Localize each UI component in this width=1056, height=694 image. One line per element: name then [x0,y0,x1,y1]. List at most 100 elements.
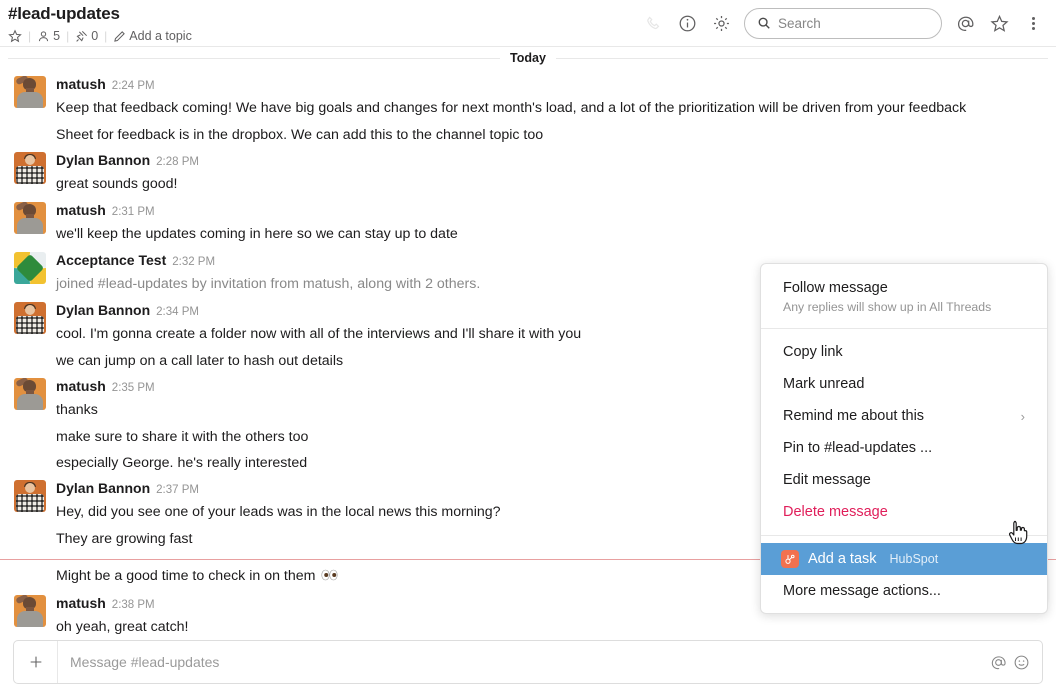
message-group: Dylan Bannon 2:28 PM great sounds good! [0,149,1056,199]
members-button[interactable]: 5 [37,29,60,43]
message-timestamp[interactable]: 2:32 PM [172,252,215,272]
menu-item-label: Delete message [783,504,888,520]
composer-placeholder: Message #lead-updates [70,654,220,670]
members-count: 5 [53,29,61,43]
eyes-emoji [321,568,338,589]
menu-item-label: Follow message [783,280,888,296]
avatar[interactable] [14,378,46,410]
menu-item-app-name: HubSpot [889,552,939,566]
menu-item-pin-to-channel[interactable]: Pin to #lead-updates ... [761,432,1047,464]
message-text: Sheet for feedback is in the dropbox. We… [56,127,544,143]
mention-button[interactable] [990,654,1007,671]
message-composer[interactable]: Message #lead-updates [13,640,1043,684]
message-timestamp[interactable]: 2:35 PM [112,378,155,398]
menu-divider [761,328,1047,329]
meta-separator-1: | [28,29,32,43]
message-context-menu: Follow message Any replies will show up … [760,263,1048,614]
menu-item-sublabel: Any replies will show up in All Threads [783,300,992,314]
starred-items-button[interactable] [982,6,1016,40]
message-text: great sounds good! [56,176,178,192]
star-icon [8,29,22,43]
add-topic-button[interactable]: Add a topic [113,29,192,43]
menu-item-copy-link[interactable]: Copy link [761,336,1047,368]
message-author[interactable]: matush [56,200,106,220]
channel-header: #lead-updates | 5 | 0 | Add a topic Sear… [0,0,1056,47]
message-author[interactable]: Dylan Bannon [56,300,150,320]
avatar[interactable] [14,202,46,234]
pins-button[interactable]: 0 [75,29,98,43]
menu-item-label: Copy link [783,344,843,360]
menu-divider [761,535,1047,536]
kebab-menu-icon [1031,16,1035,30]
message-text-body: Might be a good time to check in on them [56,568,320,584]
message-group: matush 2:31 PM we'll keep the updates co… [0,199,1056,249]
message-group: matush 2:24 PM Keep that feedback coming… [0,73,1056,123]
message-input[interactable]: Message #lead-updates [58,641,990,683]
message-timestamp[interactable]: 2:37 PM [156,480,199,500]
pins-count: 0 [91,29,99,43]
search-placeholder: Search [778,15,821,31]
channel-name[interactable]: #lead-updates [8,4,120,24]
mentions-button[interactable] [948,6,982,40]
avatar[interactable] [14,302,46,334]
meta-separator-2: | [66,29,70,43]
message-author[interactable]: matush [56,74,106,94]
info-icon [679,15,695,31]
star-channel-button[interactable] [8,29,22,43]
menu-item-follow-message[interactable]: Follow message Any replies will show up … [761,272,1047,321]
composer-actions [990,641,1042,683]
phone-icon [646,16,659,29]
menu-item-label: Edit message [783,472,871,488]
search-input[interactable]: Search [744,7,942,39]
plus-icon [30,656,41,668]
chevron-right-icon: › [1020,409,1025,424]
message-author[interactable]: matush [56,376,106,396]
message-author[interactable]: Dylan Bannon [56,150,150,170]
message-author[interactable]: Dylan Bannon [56,478,150,498]
emoji-icon [1014,655,1029,669]
message-header: matush 2:31 PM [56,200,1056,222]
channel-info-button[interactable] [670,6,704,40]
menu-item-delete-message[interactable]: Delete message [761,496,1047,528]
message-timestamp[interactable]: 2:24 PM [112,76,155,96]
message-timestamp[interactable]: 2:28 PM [156,152,199,172]
message-author[interactable]: matush [56,593,106,613]
avatar[interactable] [14,595,46,627]
menu-item-mark-unread[interactable]: Mark unread [761,368,1047,400]
menu-item-remind-me[interactable]: Remind me about this › [761,400,1047,432]
gear-icon [713,15,729,31]
day-divider-label: Today [500,51,556,65]
at-icon [991,655,1006,669]
more-options-button[interactable] [1016,6,1050,40]
message-text: Keep that feedback coming! We have big g… [56,100,967,116]
avatar[interactable] [14,480,46,512]
menu-item-label: Mark unread [783,376,865,392]
menu-item-label: Add a task [808,551,877,567]
avatar[interactable] [14,152,46,184]
message-timestamp[interactable]: 2:38 PM [112,595,155,615]
menu-item-label: Remind me about this [783,408,925,424]
channel-settings-button[interactable] [704,6,738,40]
message-timestamp[interactable]: 2:31 PM [112,202,155,222]
menu-item-label: Pin to #lead-updates ... [783,440,933,456]
slack-channel-window: #lead-updates | 5 | 0 | Add a topic Sear… [0,0,1056,694]
star-outline-icon [989,14,1009,32]
call-button[interactable] [636,6,670,40]
menu-item-edit-message[interactable]: Edit message [761,464,1047,496]
avatar[interactable] [14,76,46,108]
add-attachment-button[interactable] [14,641,58,683]
composer-area: Message #lead-updates [0,634,1056,694]
add-topic-label: Add a topic [129,29,192,43]
message-text: we'll keep the updates coming in here so… [56,226,458,242]
message-author[interactable]: Acceptance Test [56,250,166,270]
message-header: matush 2:24 PM [56,74,1056,96]
person-icon [39,30,49,41]
menu-item-add-a-task-hubspot[interactable]: Add a task HubSpot [761,543,1047,575]
emoji-button[interactable] [1013,654,1030,671]
message-timestamp[interactable]: 2:34 PM [156,302,199,322]
menu-item-more-message-actions[interactable]: More message actions... [761,575,1047,607]
hubspot-icon [781,550,799,568]
avatar[interactable] [14,252,46,284]
message-header: Dylan Bannon 2:28 PM [56,150,1056,172]
search-icon [758,17,770,29]
